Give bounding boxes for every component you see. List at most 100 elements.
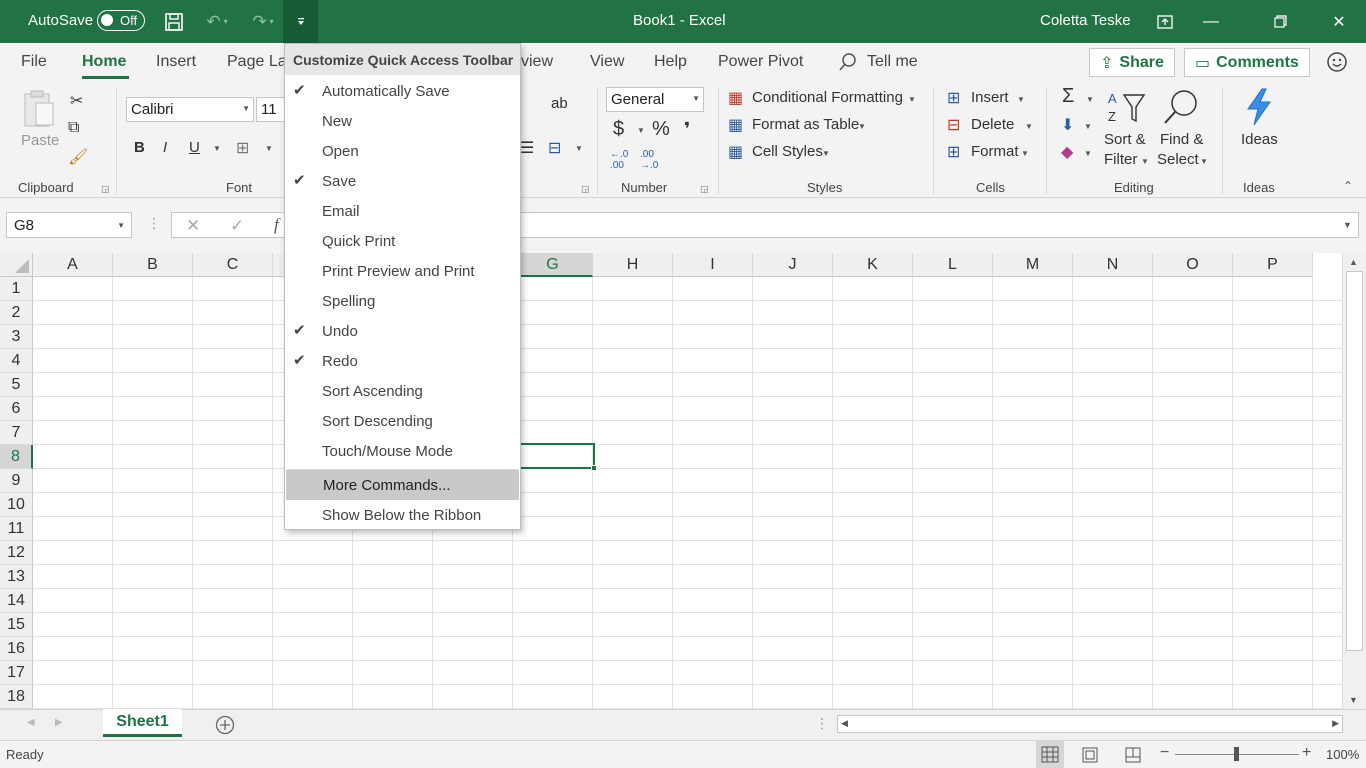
chevron-down-icon[interactable]: ▼ <box>1021 149 1029 158</box>
chevron-down-icon[interactable]: ▼ <box>1084 149 1092 158</box>
decrease-decimal-icon[interactable]: .00 →.0 <box>640 149 658 171</box>
chevron-down-icon[interactable]: ▼ <box>637 126 645 135</box>
font-name-box[interactable]: Calibri ▼ <box>126 97 254 122</box>
paste-icon[interactable] <box>22 89 56 132</box>
menu-item[interactable]: ✔ Undo <box>285 316 520 346</box>
menu-item[interactable]: New <box>285 106 520 136</box>
tab-power-pivot[interactable]: Power Pivot <box>718 53 803 71</box>
column-header[interactable]: C <box>193 253 273 277</box>
tab-page-layout[interactable]: Page La <box>227 53 287 71</box>
column-header[interactable]: L <box>913 253 993 277</box>
redo-icon[interactable]: ↷ ▾ <box>244 0 282 43</box>
italic-button[interactable]: I <box>163 139 167 156</box>
column-header[interactable]: N <box>1073 253 1153 277</box>
row-header[interactable]: 11 <box>0 517 33 541</box>
menu-item[interactable]: ✔ Save <box>285 166 520 196</box>
page-break-view-icon[interactable] <box>1123 745 1143 768</box>
comma-button[interactable]: ❜ <box>684 119 690 140</box>
increase-decimal-icon[interactable]: ←.0.00 <box>610 149 628 171</box>
zoom-level[interactable]: 100% <box>1326 747 1359 762</box>
column-header[interactable]: K <box>833 253 913 277</box>
normal-view-button[interactable] <box>1036 741 1064 768</box>
menu-item[interactable]: Spelling <box>285 286 520 316</box>
cell-styles-button[interactable]: Cell Styles <box>752 143 823 160</box>
chevron-down-icon[interactable]: ▼ <box>1017 95 1025 104</box>
row-header[interactable]: 10 <box>0 493 33 517</box>
scroll-right-icon[interactable]: ▶ <box>1332 718 1339 729</box>
column-header[interactable]: O <box>1153 253 1233 277</box>
menu-item-more-commands[interactable]: More Commands... <box>286 470 519 500</box>
row-header[interactable]: 3 <box>0 325 33 349</box>
expand-formula-icon[interactable]: ▼ <box>1343 220 1352 230</box>
format-as-table-button[interactable]: Format as Table <box>752 116 859 133</box>
chevron-down-icon[interactable]: ▼ <box>908 95 916 104</box>
row-header[interactable]: 13 <box>0 565 33 589</box>
dialog-launcher-icon[interactable]: ◲ <box>101 184 110 195</box>
menu-item[interactable]: Email <box>285 196 520 226</box>
find-select-label-2[interactable]: Select <box>1157 151 1199 168</box>
autosave-toggle[interactable]: Off <box>97 10 145 31</box>
row-header[interactable]: 12 <box>0 541 33 565</box>
row-header[interactable]: 8 <box>0 445 33 469</box>
smiley-icon[interactable] <box>1326 51 1348 76</box>
menu-item-show-below-ribbon[interactable]: Show Below the Ribbon <box>285 500 520 530</box>
copy-icon[interactable]: ⧉ <box>68 119 79 137</box>
tab-review[interactable]: view <box>521 53 553 71</box>
name-box[interactable]: G8 ▼ <box>6 212 132 238</box>
format-painter-icon[interactable]: 🖌 <box>68 147 88 167</box>
chevron-down-icon[interactable]: ▼ <box>1086 95 1094 104</box>
fill-handle[interactable] <box>591 465 597 471</box>
tab-help[interactable]: Help <box>654 53 687 71</box>
spreadsheet-grid[interactable]: ABCDEFGHIJKLMNOP 12345678910111213141516… <box>0 253 1342 709</box>
row-header[interactable]: 14 <box>0 589 33 613</box>
chevron-down-icon[interactable]: ▼ <box>575 144 583 153</box>
scroll-thumb[interactable] <box>1346 271 1363 651</box>
enter-icon[interactable]: ✓ <box>230 216 244 236</box>
row-header[interactable]: 4 <box>0 349 33 373</box>
minimize-icon[interactable]: — <box>1188 0 1234 43</box>
column-header[interactable]: A <box>33 253 113 277</box>
percent-button[interactable]: % <box>652 118 670 141</box>
user-name[interactable]: Coletta Teske <box>1040 12 1131 29</box>
scroll-left-icon[interactable]: ◀ <box>841 718 848 729</box>
menu-item[interactable]: Touch/Mouse Mode <box>285 436 520 466</box>
chevron-down-icon[interactable]: ▼ <box>1200 157 1208 166</box>
chevron-down-icon[interactable]: ▼ <box>1084 122 1092 131</box>
comments-button[interactable]: ▭ Comments <box>1184 48 1310 77</box>
chevron-down-icon[interactable]: ▼ <box>1025 122 1033 131</box>
horizontal-scrollbar[interactable]: ◀ ▶ <box>837 715 1343 733</box>
sort-filter-label[interactable]: Sort & <box>1104 131 1146 148</box>
cancel-icon[interactable]: ✕ <box>186 216 200 236</box>
chevron-down-icon[interactable]: ▼ <box>213 144 221 153</box>
column-header[interactable]: M <box>993 253 1073 277</box>
menu-item[interactable]: Sort Ascending <box>285 376 520 406</box>
bold-button[interactable]: B <box>134 139 145 156</box>
chevron-down-icon[interactable]: ▼ <box>858 122 866 131</box>
scroll-up-icon[interactable]: ▲ <box>1349 257 1358 267</box>
chevron-down-icon[interactable]: ▼ <box>265 144 273 153</box>
share-button[interactable]: ⇪ Share <box>1089 48 1175 77</box>
menu-item[interactable]: Sort Descending <box>285 406 520 436</box>
column-header[interactable]: H <box>593 253 673 277</box>
column-header[interactable]: B <box>113 253 193 277</box>
row-header[interactable]: 7 <box>0 421 33 445</box>
underline-button[interactable]: U <box>189 139 200 156</box>
borders-icon[interactable]: ⊞ <box>236 138 249 158</box>
selected-cell[interactable] <box>514 443 597 471</box>
insert-function-icon[interactable]: f <box>274 215 279 235</box>
zoom-out-icon[interactable]: − <box>1160 744 1169 762</box>
undo-icon[interactable]: ↶ ▾ <box>198 0 236 43</box>
scroll-down-icon[interactable]: ▼ <box>1349 695 1358 705</box>
autosum-icon[interactable]: Σ <box>1062 85 1074 108</box>
row-header[interactable]: 15 <box>0 613 33 637</box>
row-header[interactable]: 18 <box>0 685 33 709</box>
row-header[interactable]: 6 <box>0 397 33 421</box>
ideas-icon[interactable] <box>1242 87 1276 130</box>
collapse-ribbon-icon[interactable]: ⌃ <box>1343 179 1353 193</box>
column-header[interactable]: I <box>673 253 753 277</box>
customize-qat-button[interactable] <box>283 0 318 43</box>
sort-filter-label-2[interactable]: Filter <box>1104 151 1137 168</box>
zoom-slider-thumb[interactable] <box>1234 747 1239 761</box>
menu-item[interactable]: ✔ Redo <box>285 346 520 376</box>
insert-cells-button[interactable]: Insert <box>971 89 1009 106</box>
